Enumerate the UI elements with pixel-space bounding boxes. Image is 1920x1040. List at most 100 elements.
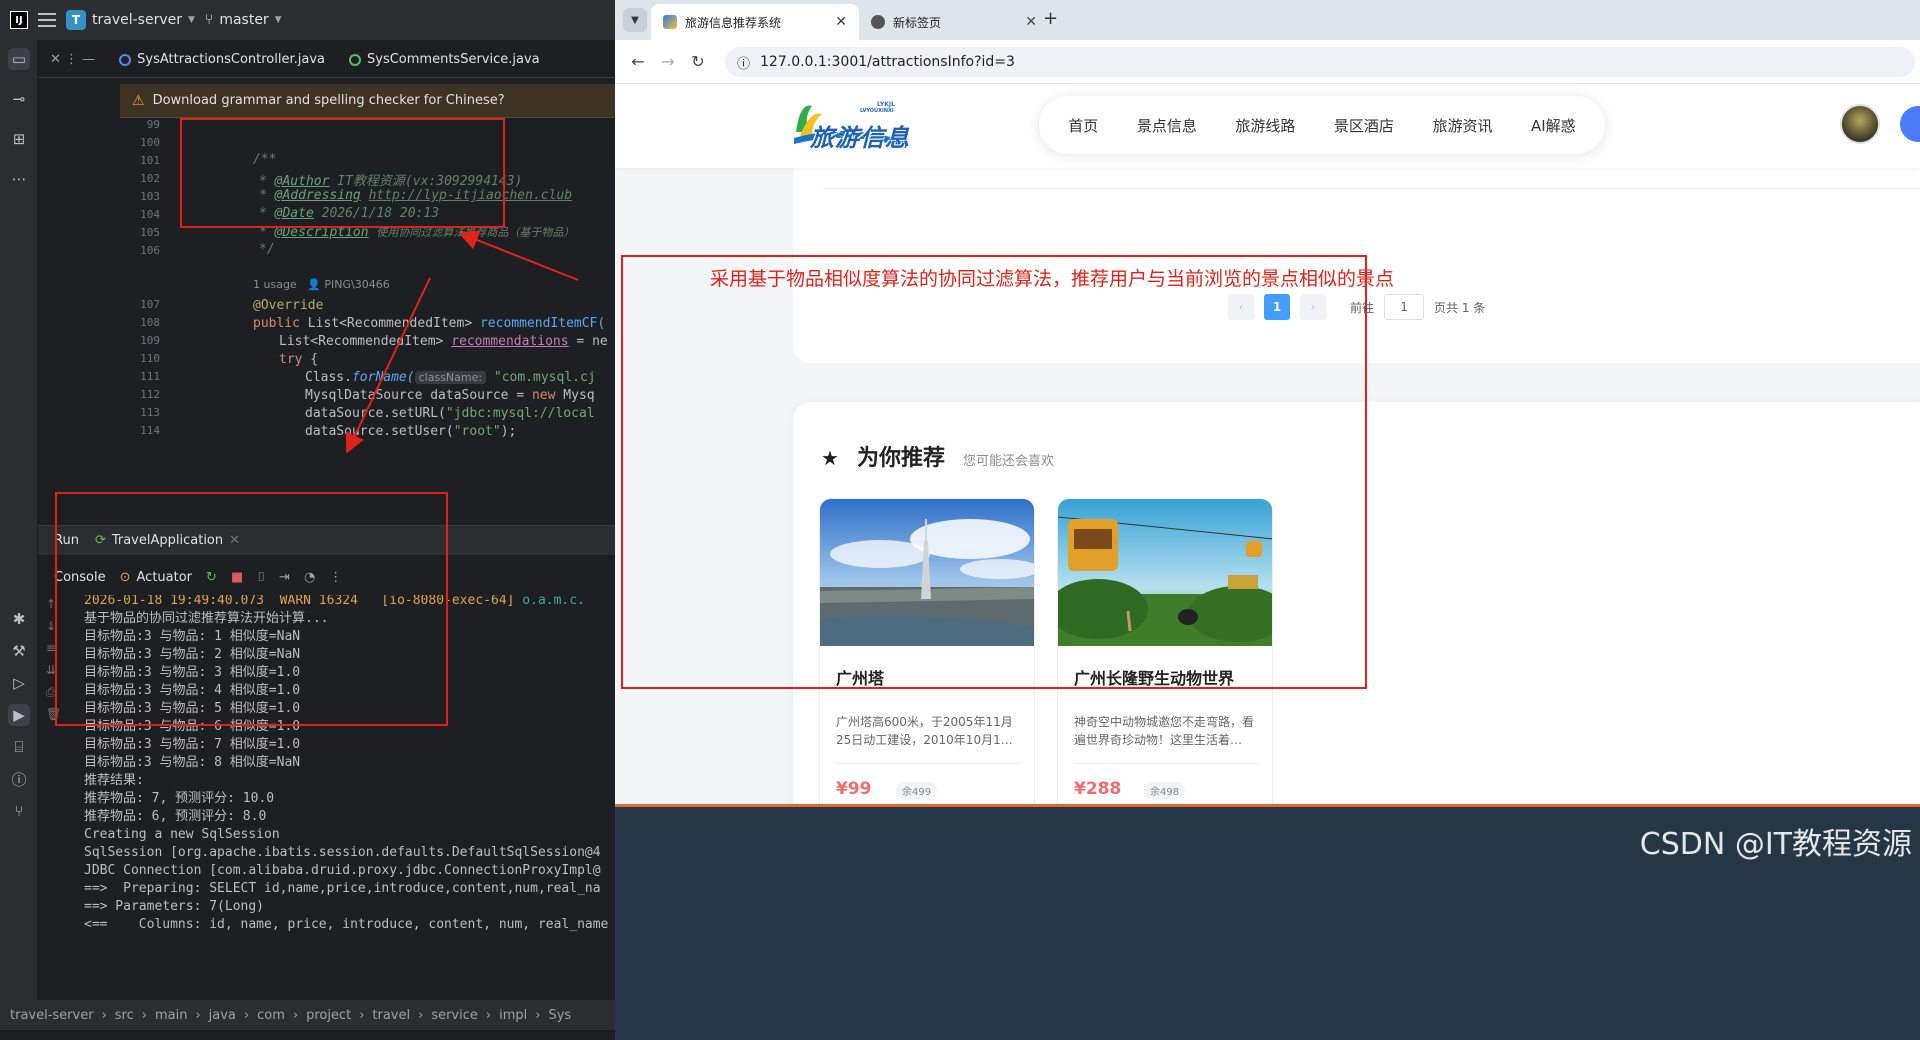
nav-attractions[interactable]: 景点信息 (1137, 115, 1197, 136)
browser-tab[interactable]: 新标签页 ✕ (859, 4, 1049, 40)
soft-wrap-icon[interactable]: ≡ (46, 641, 56, 655)
console-line: 基于物品的协同过滤推荐算法开始计算... (84, 611, 329, 626)
main-menu-icon[interactable] (38, 13, 56, 27)
problems-icon[interactable]: ⓘ (8, 768, 30, 790)
project-selector[interactable]: T travel-server ▼ (66, 10, 195, 30)
nav-home[interactable]: 首页 (1068, 115, 1098, 136)
browser-tab-active[interactable]: 旅游信息推荐系统 ✕ (651, 4, 859, 40)
services-icon[interactable]: ▷ (8, 672, 30, 694)
code-editor[interactable]: /** * @Author IT教程资源(vx:3092994143) * @A… (183, 118, 615, 518)
page-number-current[interactable]: 1 (1264, 294, 1290, 320)
exit-icon[interactable]: ⇥ (279, 570, 290, 585)
run-icon[interactable]: ▶ (8, 704, 30, 726)
user-menu-button[interactable] (1900, 106, 1920, 142)
breadcrumb-item[interactable]: main (155, 1008, 187, 1023)
breadcrumb-separator-icon: › (141, 1007, 147, 1023)
spellcheck-notification[interactable]: ⚠ Download grammar and spelling checker … (120, 84, 615, 118)
line-number: 101 (140, 154, 160, 167)
console-output[interactable]: 2026-01-18 19:49:40.073 WARN 16324 [io-8… (84, 595, 615, 1000)
line-number: 100 (140, 136, 160, 149)
code-line: Class.forName(className: "com.mysql.cj (305, 370, 596, 385)
new-tab-icon[interactable]: + (1043, 8, 1058, 29)
user-avatar[interactable] (1840, 104, 1880, 144)
breadcrumb-item[interactable]: travel-server (10, 1008, 94, 1023)
console-line: <== Columns: id, name, price, introduce,… (84, 917, 609, 932)
actuator-label: Actuator (136, 569, 193, 585)
nav-hotels[interactable]: 景区酒店 (1334, 115, 1394, 136)
project-folder-icon[interactable]: ▭ (8, 48, 30, 70)
code-vision-hint[interactable]: 1 usage 👤 PING\30466 (253, 278, 390, 291)
console-tab[interactable]: Console (54, 570, 106, 585)
globe-icon (871, 15, 885, 29)
site-footer: CSDN @IT教程资源 (615, 804, 1920, 1040)
svg-text:LYKJL: LYKJL (877, 101, 895, 108)
ide-bottom-edge (0, 1030, 615, 1040)
close-tab-icon[interactable]: ✕ (835, 14, 847, 30)
print-icon[interactable]: ⎙ (46, 685, 56, 700)
site-info-icon[interactable]: ⓘ (737, 53, 750, 72)
recommended-item-card[interactable]: 广州塔 广州塔高600米，于2005年11月25日动工建设，2010年10月1日… (819, 498, 1035, 816)
attraction-name: 广州塔 (836, 669, 885, 688)
close-all-icon[interactable]: ✕ ⋮ — (38, 42, 107, 78)
line-number: 105 (140, 226, 160, 239)
close-tab-icon[interactable]: ✕ (1025, 14, 1037, 30)
editor-tab[interactable]: SysAttractionsController.java (107, 42, 337, 78)
ide-window: IJ T travel-server ▼ ⑂ master ▼ ▭ ⊸ ⊞ ⋯ … (0, 0, 615, 1040)
branch-selector[interactable]: ⑂ master ▼ (205, 12, 282, 28)
next-page-icon[interactable]: › (1300, 294, 1326, 320)
stop-icon[interactable]: ■ (231, 570, 243, 585)
nav-routes[interactable]: 旅游线路 (1235, 115, 1295, 136)
breadcrumb-item[interactable]: project (306, 1008, 351, 1023)
nav-ai[interactable]: AI解惑 (1531, 115, 1576, 136)
run-config-label: TravelApplication (111, 533, 224, 548)
spring-app-icon: ⟳ (94, 533, 106, 548)
scroll-end-icon[interactable]: ⇊ (46, 663, 56, 677)
prev-page-icon[interactable]: ‹ (1228, 294, 1254, 320)
breadcrumb-item[interactable]: service (431, 1008, 478, 1023)
profiler-icon[interactable]: ◔ (304, 570, 315, 585)
commit-icon[interactable]: ⊸ (8, 88, 30, 110)
reload-icon[interactable]: ↻ (683, 52, 713, 71)
more-icon[interactable]: ⋮ (329, 570, 342, 585)
editor-tab[interactable]: SysCommentsService.java (337, 42, 552, 78)
back-icon[interactable]: ← (623, 52, 653, 71)
line-number: 111 (140, 370, 160, 383)
trash-icon[interactable]: 🗑 (46, 707, 61, 721)
actuator-tab[interactable]: ⊙ Actuator (120, 570, 192, 585)
breadcrumb-item[interactable]: impl (499, 1008, 527, 1023)
debug-icon[interactable]: ✱ (8, 608, 30, 630)
console-line: 目标物品:3 与物品: 6 相似度=1.0 (84, 719, 301, 734)
goto-page-input[interactable]: 1 (1384, 294, 1425, 320)
forward-icon[interactable]: → (653, 52, 683, 71)
line-number-gutter: 99 100 101 102 103 104 105 106 107 108 1… (120, 118, 180, 518)
address-bar[interactable]: ⓘ 127.0.0.1:3001/attractionsInfo?id=3 (725, 47, 1915, 77)
pagination: ‹ 1 › 前往 1 页共 1 条 (1228, 294, 1485, 320)
run-config-tab[interactable]: ⟳ TravelApplication ✕ (95, 533, 240, 548)
terminal-icon[interactable]: ⌸ (8, 736, 30, 758)
console-line: ==> Parameters: 7(Long) (84, 899, 265, 914)
breadcrumb-item[interactable]: travel (372, 1008, 410, 1023)
breadcrumb-item[interactable]: com (257, 1008, 285, 1023)
breadcrumb-item[interactable]: src (115, 1008, 134, 1023)
recommended-item-card[interactable]: 广州长隆野生动物世界 神奇空中动物城邀您不走弯路，看遍世界奇珍动物！这里生活着以… (1057, 498, 1273, 816)
nav-news[interactable]: 旅游资讯 (1432, 115, 1492, 136)
goto-label: 前往 (1350, 300, 1375, 315)
camera-icon[interactable]: ⌷ (257, 570, 265, 585)
scroll-down-icon[interactable]: ↓ (46, 619, 56, 633)
breadcrumb-item[interactable]: java (209, 1008, 236, 1023)
scroll-up-icon[interactable]: ↑ (46, 597, 56, 611)
build-icon[interactable]: ⚒ (8, 640, 30, 662)
close-icon[interactable]: ✕ (229, 533, 240, 548)
site-logo[interactable]: LYKJL 旅游信息 LVYOUXINXI (790, 92, 910, 162)
project-name: travel-server (92, 12, 182, 28)
tool-window-bar: ▭ ⊸ ⊞ ⋯ ✱ ⚒ ▷ ▶ ⌸ ⓘ ⑂ (0, 40, 38, 1000)
git-icon[interactable]: ⑂ (8, 800, 30, 822)
tab-search-icon[interactable]: ▼ (623, 8, 647, 32)
intellij-logo-icon: IJ (10, 11, 28, 29)
structure-icon[interactable]: ⊞ (8, 128, 30, 150)
breadcrumb-item[interactable]: Sys (548, 1008, 571, 1023)
rerun-icon[interactable]: ↻ (206, 570, 217, 585)
more-icon[interactable]: ⋯ (8, 168, 30, 190)
recommendation-subtitle: 您可能还会喜欢 (962, 454, 1054, 469)
console-line: Creating a new SqlSession (84, 827, 280, 842)
